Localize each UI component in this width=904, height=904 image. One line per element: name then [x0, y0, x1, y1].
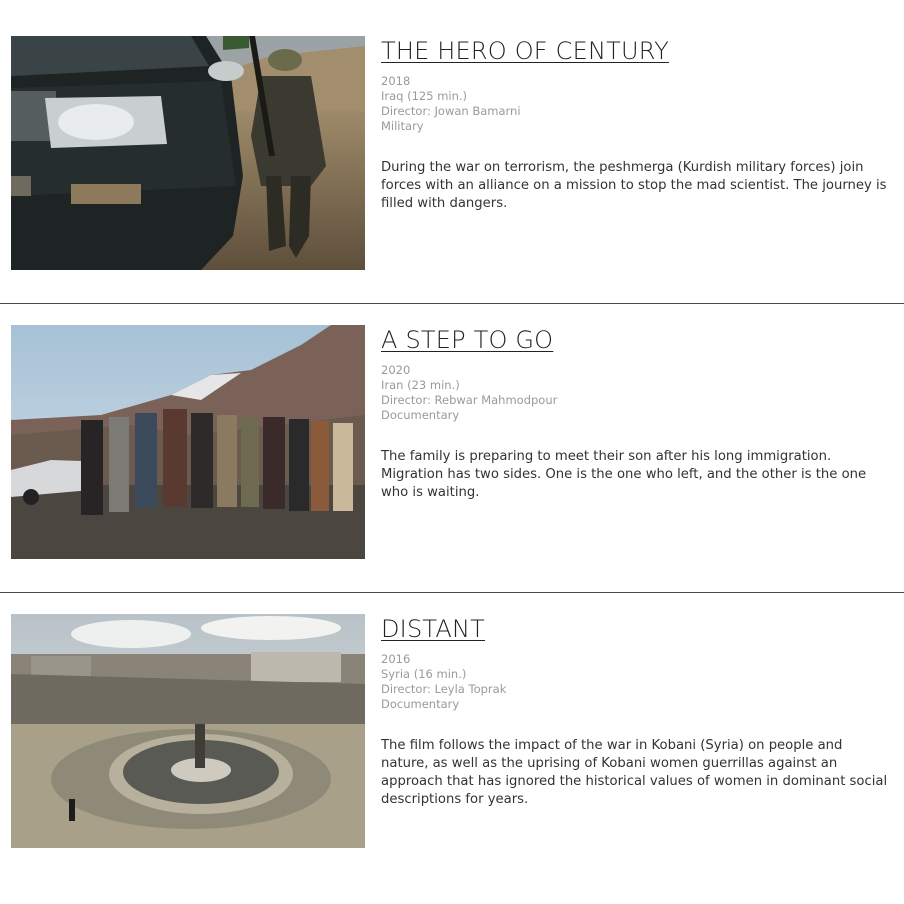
film-meta: 2020 Iran (23 min.) Director: Rebwar Mah…	[381, 363, 896, 423]
film-description: The film follows the impact of the war i…	[381, 738, 888, 807]
film-genre: Documentary	[381, 408, 460, 422]
film-year: 2018	[381, 74, 411, 88]
divider	[0, 592, 904, 593]
film-info: DISTANT 2016 Syria (16 min.) Director: L…	[381, 614, 896, 809]
film-description: The family is preparing to meet their so…	[381, 449, 867, 500]
film-still-image[interactable]	[11, 614, 365, 848]
film-genre: Military	[381, 119, 424, 133]
film-still-image[interactable]	[11, 325, 365, 559]
film-title-link[interactable]: A STEP TO GO	[381, 325, 553, 355]
film-country-runtime: Iran (23 min.)	[381, 378, 460, 392]
soldier-car-image	[11, 36, 365, 270]
film-country-runtime: Syria (16 min.)	[381, 667, 467, 681]
film-title-link[interactable]: DISTANT	[381, 614, 485, 644]
film-meta: 2018 Iraq (125 min.) Director: Jowan Bam…	[381, 74, 896, 134]
film-year: 2020	[381, 363, 411, 377]
film-genre: Documentary	[381, 697, 460, 711]
film-description: During the war on terrorism, the peshmer…	[381, 160, 887, 211]
ruined-city-image	[11, 614, 365, 848]
film-info: A STEP TO GO 2020 Iran (23 min.) Directo…	[381, 325, 896, 502]
film-country-runtime: Iraq (125 min.)	[381, 89, 468, 103]
film-meta: 2016 Syria (16 min.) Director: Leyla Top…	[381, 652, 896, 712]
family-mountain-image	[11, 325, 365, 559]
film-director: Director: Leyla Toprak	[381, 682, 507, 696]
divider	[0, 303, 904, 304]
film-year: 2016	[381, 652, 411, 666]
film-director: Director: Rebwar Mahmodpour	[381, 393, 558, 407]
film-director: Director: Jowan Bamarni	[381, 104, 521, 118]
film-info: THE HERO OF CENTURY 2018 Iraq (125 min.)…	[381, 36, 896, 213]
film-title-link[interactable]: THE HERO OF CENTURY	[381, 36, 669, 66]
film-still-image[interactable]	[11, 36, 365, 270]
